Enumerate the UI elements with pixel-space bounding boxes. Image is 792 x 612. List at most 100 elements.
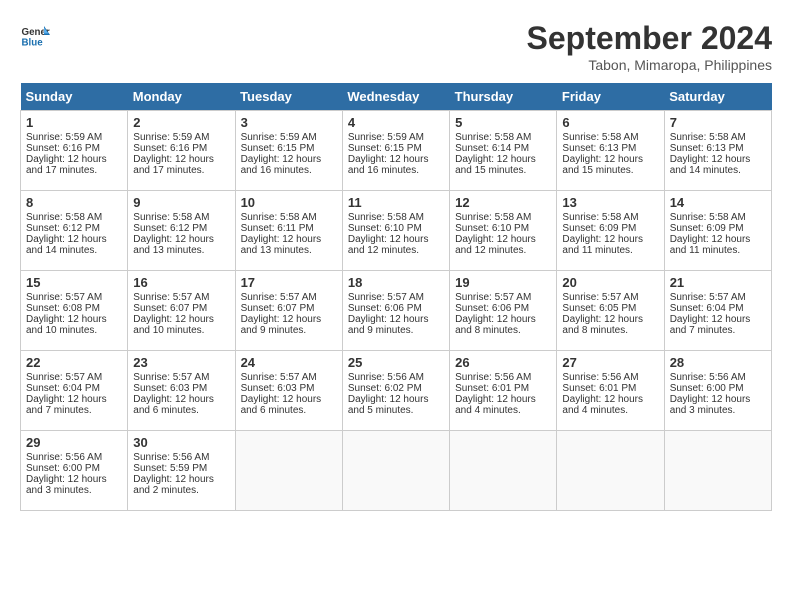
sunset-text: Sunset: 6:11 PM bbox=[241, 223, 314, 234]
sunset-text: Sunset: 6:12 PM bbox=[26, 223, 100, 234]
day-number: 18 bbox=[348, 275, 444, 290]
calendar-cell: 19 Sunrise: 5:57 AMSunset: 6:06 PMDayligh… bbox=[450, 271, 557, 351]
daylight-text: Daylight: 12 hours and 8 minutes. bbox=[562, 314, 643, 336]
sunrise-text: Sunrise: 5:58 AM bbox=[562, 212, 638, 223]
calendar-cell: 3Sunrise: 5:59 AMSunset: 6:15 PMDaylight… bbox=[235, 111, 342, 191]
sunset-text: Sunset: 6:15 PM bbox=[348, 143, 422, 154]
calendar-cell: 7Sunrise: 5:58 AMSunset: 6:13 PMDaylight… bbox=[664, 111, 771, 191]
sunset-text: Sunset: 6:04 PM bbox=[670, 303, 744, 314]
sunrise-text: Sunrise: 5:58 AM bbox=[241, 212, 317, 223]
day-number: 13 bbox=[562, 195, 658, 210]
calendar-cell bbox=[557, 431, 664, 511]
sunrise-text: Sunrise: 5:57 AM bbox=[133, 372, 209, 383]
calendar-cell: 21Sunrise: 5:57 AMSunset: 6:04 PMDayligh… bbox=[664, 271, 771, 351]
calendar-cell: 1Sunrise: 5:59 AMSunset: 6:16 PMDaylight… bbox=[21, 111, 128, 191]
daylight-text: Daylight: 12 hours and 6 minutes. bbox=[241, 394, 322, 416]
sunrise-text: Sunrise: 5:57 AM bbox=[26, 372, 102, 383]
sunrise-text: Sunrise: 5:58 AM bbox=[670, 132, 746, 143]
sunset-text: Sunset: 6:01 PM bbox=[455, 383, 529, 394]
week-row: 22Sunrise: 5:57 AMSunset: 6:04 PMDayligh… bbox=[21, 351, 772, 431]
sunset-text: Sunset: 6:13 PM bbox=[670, 143, 744, 154]
daylight-text: Daylight: 12 hours and 2 minutes. bbox=[133, 474, 214, 496]
calendar-cell: 13Sunrise: 5:58 AMSunset: 6:09 PMDayligh… bbox=[557, 191, 664, 271]
sunset-text: Sunset: 5:59 PM bbox=[133, 463, 207, 474]
sunrise-text: Sunrise: 5:58 AM bbox=[455, 132, 531, 143]
daylight-text: Daylight: 12 hours and 17 minutes. bbox=[26, 154, 107, 176]
sunrise-text: Sunrise: 5:57 AM bbox=[241, 372, 317, 383]
title-area: September 2024 Tabon, Mimaropa, Philippi… bbox=[527, 20, 772, 73]
calendar-cell: 22Sunrise: 5:57 AMSunset: 6:04 PMDayligh… bbox=[21, 351, 128, 431]
sunrise-text: Sunrise: 5:57 AM bbox=[133, 292, 209, 303]
day-number: 5 bbox=[455, 115, 551, 130]
day-number: 1 bbox=[26, 115, 122, 130]
sunrise-text: Sunrise: 5:56 AM bbox=[26, 452, 102, 463]
daylight-text: Daylight: 12 hours and 8 minutes. bbox=[455, 314, 536, 336]
calendar-cell: 14Sunrise: 5:58 AMSunset: 6:09 PMDayligh… bbox=[664, 191, 771, 271]
sunrise-text: Sunrise: 5:57 AM bbox=[241, 292, 317, 303]
week-row: 15Sunrise: 5:57 AMSunset: 6:08 PMDayligh… bbox=[21, 271, 772, 351]
sunset-text: Sunset: 6:10 PM bbox=[455, 223, 529, 234]
sunset-text: Sunset: 6:09 PM bbox=[670, 223, 744, 234]
daylight-text: Daylight: 12 hours and 15 minutes. bbox=[562, 154, 643, 176]
calendar-cell: 9Sunrise: 5:58 AMSunset: 6:12 PMDaylight… bbox=[128, 191, 235, 271]
sunset-text: Sunset: 6:06 PM bbox=[455, 303, 529, 314]
sunset-text: Sunset: 6:12 PM bbox=[133, 223, 207, 234]
day-number: 17 bbox=[241, 275, 337, 290]
calendar-cell: 8Sunrise: 5:58 AMSunset: 6:12 PMDaylight… bbox=[21, 191, 128, 271]
sunrise-text: Sunrise: 5:56 AM bbox=[670, 372, 746, 383]
calendar-cell: 25Sunrise: 5:56 AMSunset: 6:02 PMDayligh… bbox=[342, 351, 449, 431]
calendar-cell: 23Sunrise: 5:57 AMSunset: 6:03 PMDayligh… bbox=[128, 351, 235, 431]
sunset-text: Sunset: 6:02 PM bbox=[348, 383, 422, 394]
sunrise-text: Sunrise: 5:59 AM bbox=[241, 132, 317, 143]
logo: General Blue bbox=[20, 20, 50, 50]
col-header-sunday: Sunday bbox=[21, 83, 128, 111]
sunset-text: Sunset: 6:06 PM bbox=[348, 303, 422, 314]
day-number: 19 bbox=[455, 275, 551, 290]
daylight-text: Daylight: 12 hours and 16 minutes. bbox=[241, 154, 322, 176]
sunrise-text: Sunrise: 5:57 AM bbox=[455, 292, 531, 303]
sunrise-text: Sunrise: 5:56 AM bbox=[133, 452, 209, 463]
daylight-text: Daylight: 12 hours and 5 minutes. bbox=[348, 394, 429, 416]
day-number: 26 bbox=[455, 355, 551, 370]
daylight-text: Daylight: 12 hours and 10 minutes. bbox=[133, 314, 214, 336]
sunrise-text: Sunrise: 5:57 AM bbox=[562, 292, 638, 303]
sunset-text: Sunset: 6:07 PM bbox=[241, 303, 315, 314]
day-number: 4 bbox=[348, 115, 444, 130]
sunset-text: Sunset: 6:04 PM bbox=[26, 383, 100, 394]
calendar-cell: 28Sunrise: 5:56 AMSunset: 6:00 PMDayligh… bbox=[664, 351, 771, 431]
daylight-text: Daylight: 12 hours and 7 minutes. bbox=[26, 394, 107, 416]
sunset-text: Sunset: 6:01 PM bbox=[562, 383, 636, 394]
daylight-text: Daylight: 12 hours and 12 minutes. bbox=[455, 234, 536, 256]
week-row: 8Sunrise: 5:58 AMSunset: 6:12 PMDaylight… bbox=[21, 191, 772, 271]
day-number: 23 bbox=[133, 355, 229, 370]
calendar-cell: 20Sunrise: 5:57 AMSunset: 6:05 PMDayligh… bbox=[557, 271, 664, 351]
sunrise-text: Sunrise: 5:56 AM bbox=[455, 372, 531, 383]
daylight-text: Daylight: 12 hours and 13 minutes. bbox=[133, 234, 214, 256]
sunset-text: Sunset: 6:00 PM bbox=[670, 383, 744, 394]
sunrise-text: Sunrise: 5:57 AM bbox=[670, 292, 746, 303]
col-header-monday: Monday bbox=[128, 83, 235, 111]
sunset-text: Sunset: 6:13 PM bbox=[562, 143, 636, 154]
daylight-text: Daylight: 12 hours and 17 minutes. bbox=[133, 154, 214, 176]
calendar-cell: 12Sunrise: 5:58 AMSunset: 6:10 PMDayligh… bbox=[450, 191, 557, 271]
daylight-text: Daylight: 12 hours and 11 minutes. bbox=[562, 234, 643, 256]
day-number: 25 bbox=[348, 355, 444, 370]
calendar-cell: 27Sunrise: 5:56 AMSunset: 6:01 PMDayligh… bbox=[557, 351, 664, 431]
daylight-text: Daylight: 12 hours and 9 minutes. bbox=[241, 314, 322, 336]
col-header-saturday: Saturday bbox=[664, 83, 771, 111]
calendar-cell: 30Sunrise: 5:56 AMSunset: 5:59 PMDayligh… bbox=[128, 431, 235, 511]
daylight-text: Daylight: 12 hours and 14 minutes. bbox=[670, 154, 751, 176]
day-number: 27 bbox=[562, 355, 658, 370]
day-number: 2 bbox=[133, 115, 229, 130]
day-number: 14 bbox=[670, 195, 766, 210]
calendar-cell: 29Sunrise: 5:56 AMSunset: 6:00 PMDayligh… bbox=[21, 431, 128, 511]
sunset-text: Sunset: 6:15 PM bbox=[241, 143, 315, 154]
calendar-cell bbox=[664, 431, 771, 511]
daylight-text: Daylight: 12 hours and 3 minutes. bbox=[670, 394, 751, 416]
day-number: 15 bbox=[26, 275, 122, 290]
sunset-text: Sunset: 6:14 PM bbox=[455, 143, 529, 154]
sunrise-text: Sunrise: 5:58 AM bbox=[670, 212, 746, 223]
day-number: 11 bbox=[348, 195, 444, 210]
sunset-text: Sunset: 6:03 PM bbox=[133, 383, 207, 394]
sunset-text: Sunset: 6:05 PM bbox=[562, 303, 636, 314]
